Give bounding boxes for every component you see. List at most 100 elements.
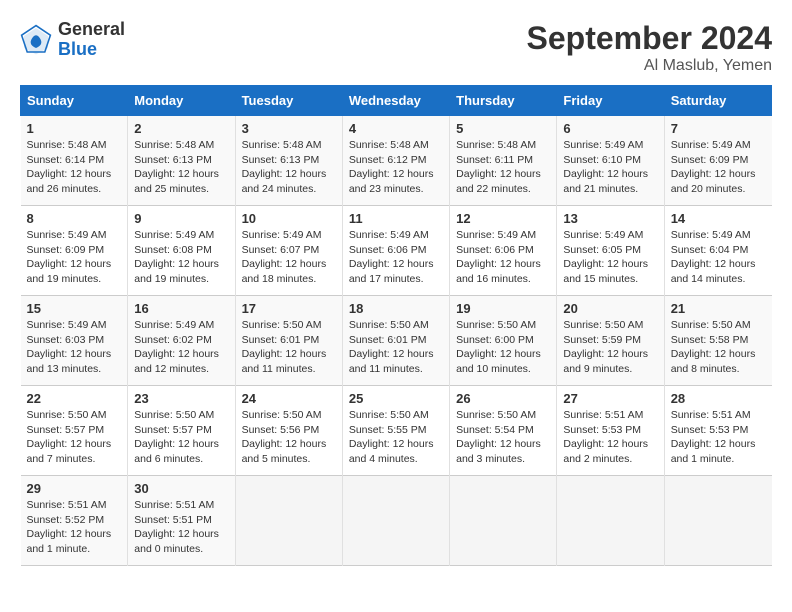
calendar-cell: 28 Sunrise: 5:51 AMSunset: 5:53 PMDaylig…: [664, 386, 771, 476]
weekday-header: Sunday: [21, 86, 128, 116]
weekday-header: Friday: [557, 86, 664, 116]
logo-text: General Blue: [58, 20, 125, 60]
calendar-cell: [342, 476, 449, 566]
weekday-header: Saturday: [664, 86, 771, 116]
calendar-cell: 27 Sunrise: 5:51 AMSunset: 5:53 PMDaylig…: [557, 386, 664, 476]
day-number: 6: [563, 121, 657, 136]
calendar-cell: 16 Sunrise: 5:49 AMSunset: 6:02 PMDaylig…: [128, 296, 235, 386]
calendar-cell: 19 Sunrise: 5:50 AMSunset: 6:00 PMDaylig…: [450, 296, 557, 386]
calendar-cell: [235, 476, 342, 566]
logo-icon: [20, 24, 52, 56]
day-info: Sunrise: 5:48 AMSunset: 6:13 PMDaylight:…: [134, 139, 219, 195]
calendar-cell: 22 Sunrise: 5:50 AMSunset: 5:57 PMDaylig…: [21, 386, 128, 476]
calendar-cell: 14 Sunrise: 5:49 AMSunset: 6:04 PMDaylig…: [664, 206, 771, 296]
calendar-cell: 8 Sunrise: 5:49 AMSunset: 6:09 PMDayligh…: [21, 206, 128, 296]
day-info: Sunrise: 5:49 AMSunset: 6:10 PMDaylight:…: [563, 139, 648, 195]
calendar-cell: 29 Sunrise: 5:51 AMSunset: 5:52 PMDaylig…: [21, 476, 128, 566]
weekday-header: Thursday: [450, 86, 557, 116]
day-number: 27: [563, 391, 657, 406]
day-number: 11: [349, 211, 443, 226]
calendar-cell: 6 Sunrise: 5:49 AMSunset: 6:10 PMDayligh…: [557, 116, 664, 206]
calendar-cell: 12 Sunrise: 5:49 AMSunset: 6:06 PMDaylig…: [450, 206, 557, 296]
day-info: Sunrise: 5:49 AMSunset: 6:03 PMDaylight:…: [27, 319, 112, 375]
calendar-cell: 15 Sunrise: 5:49 AMSunset: 6:03 PMDaylig…: [21, 296, 128, 386]
day-info: Sunrise: 5:51 AMSunset: 5:51 PMDaylight:…: [134, 499, 219, 555]
calendar-cell: [557, 476, 664, 566]
weekday-header-row: SundayMondayTuesdayWednesdayThursdayFrid…: [21, 86, 772, 116]
day-number: 16: [134, 301, 228, 316]
day-number: 26: [456, 391, 550, 406]
day-info: Sunrise: 5:48 AMSunset: 6:14 PMDaylight:…: [27, 139, 112, 195]
calendar-cell: 25 Sunrise: 5:50 AMSunset: 5:55 PMDaylig…: [342, 386, 449, 476]
day-number: 30: [134, 481, 228, 496]
calendar-row: 29 Sunrise: 5:51 AMSunset: 5:52 PMDaylig…: [21, 476, 772, 566]
day-info: Sunrise: 5:50 AMSunset: 5:55 PMDaylight:…: [349, 409, 434, 465]
calendar-cell: 23 Sunrise: 5:50 AMSunset: 5:57 PMDaylig…: [128, 386, 235, 476]
day-number: 13: [563, 211, 657, 226]
calendar-row: 22 Sunrise: 5:50 AMSunset: 5:57 PMDaylig…: [21, 386, 772, 476]
calendar-cell: 5 Sunrise: 5:48 AMSunset: 6:11 PMDayligh…: [450, 116, 557, 206]
calendar-cell: 2 Sunrise: 5:48 AMSunset: 6:13 PMDayligh…: [128, 116, 235, 206]
day-number: 22: [27, 391, 122, 406]
calendar-cell: 17 Sunrise: 5:50 AMSunset: 6:01 PMDaylig…: [235, 296, 342, 386]
calendar-cell: 10 Sunrise: 5:49 AMSunset: 6:07 PMDaylig…: [235, 206, 342, 296]
day-number: 2: [134, 121, 228, 136]
calendar-row: 15 Sunrise: 5:49 AMSunset: 6:03 PMDaylig…: [21, 296, 772, 386]
calendar-cell: 21 Sunrise: 5:50 AMSunset: 5:58 PMDaylig…: [664, 296, 771, 386]
day-info: Sunrise: 5:48 AMSunset: 6:13 PMDaylight:…: [242, 139, 327, 195]
day-info: Sunrise: 5:50 AMSunset: 5:57 PMDaylight:…: [134, 409, 219, 465]
day-info: Sunrise: 5:49 AMSunset: 6:09 PMDaylight:…: [27, 229, 112, 285]
calendar-cell: 30 Sunrise: 5:51 AMSunset: 5:51 PMDaylig…: [128, 476, 235, 566]
calendar-cell: 24 Sunrise: 5:50 AMSunset: 5:56 PMDaylig…: [235, 386, 342, 476]
day-info: Sunrise: 5:49 AMSunset: 6:05 PMDaylight:…: [563, 229, 648, 285]
day-number: 17: [242, 301, 336, 316]
calendar-cell: 20 Sunrise: 5:50 AMSunset: 5:59 PMDaylig…: [557, 296, 664, 386]
day-number: 12: [456, 211, 550, 226]
day-info: Sunrise: 5:50 AMSunset: 5:58 PMDaylight:…: [671, 319, 756, 375]
day-number: 28: [671, 391, 766, 406]
logo: General Blue: [20, 20, 125, 60]
day-number: 19: [456, 301, 550, 316]
calendar-cell: 9 Sunrise: 5:49 AMSunset: 6:08 PMDayligh…: [128, 206, 235, 296]
day-number: 5: [456, 121, 550, 136]
calendar-cell: [450, 476, 557, 566]
day-number: 7: [671, 121, 766, 136]
weekday-header: Wednesday: [342, 86, 449, 116]
day-number: 14: [671, 211, 766, 226]
day-number: 3: [242, 121, 336, 136]
calendar-cell: 3 Sunrise: 5:48 AMSunset: 6:13 PMDayligh…: [235, 116, 342, 206]
weekday-header: Monday: [128, 86, 235, 116]
day-number: 24: [242, 391, 336, 406]
day-number: 15: [27, 301, 122, 316]
day-number: 23: [134, 391, 228, 406]
day-info: Sunrise: 5:49 AMSunset: 6:09 PMDaylight:…: [671, 139, 756, 195]
weekday-header: Tuesday: [235, 86, 342, 116]
calendar-cell: 11 Sunrise: 5:49 AMSunset: 6:06 PMDaylig…: [342, 206, 449, 296]
day-number: 1: [27, 121, 122, 136]
location-title: Al Maslub, Yemen: [527, 57, 772, 75]
month-title: September 2024: [527, 20, 772, 57]
day-info: Sunrise: 5:48 AMSunset: 6:12 PMDaylight:…: [349, 139, 434, 195]
calendar-cell: 7 Sunrise: 5:49 AMSunset: 6:09 PMDayligh…: [664, 116, 771, 206]
calendar-cell: 1 Sunrise: 5:48 AMSunset: 6:14 PMDayligh…: [21, 116, 128, 206]
day-info: Sunrise: 5:49 AMSunset: 6:07 PMDaylight:…: [242, 229, 327, 285]
day-info: Sunrise: 5:50 AMSunset: 5:54 PMDaylight:…: [456, 409, 541, 465]
calendar-cell: 4 Sunrise: 5:48 AMSunset: 6:12 PMDayligh…: [342, 116, 449, 206]
day-info: Sunrise: 5:50 AMSunset: 5:57 PMDaylight:…: [27, 409, 112, 465]
calendar-cell: 13 Sunrise: 5:49 AMSunset: 6:05 PMDaylig…: [557, 206, 664, 296]
calendar-cell: 18 Sunrise: 5:50 AMSunset: 6:01 PMDaylig…: [342, 296, 449, 386]
day-info: Sunrise: 5:49 AMSunset: 6:02 PMDaylight:…: [134, 319, 219, 375]
page-header: General Blue September 2024 Al Maslub, Y…: [20, 20, 772, 75]
day-info: Sunrise: 5:50 AMSunset: 6:01 PMDaylight:…: [349, 319, 434, 375]
day-number: 4: [349, 121, 443, 136]
day-info: Sunrise: 5:48 AMSunset: 6:11 PMDaylight:…: [456, 139, 541, 195]
day-info: Sunrise: 5:51 AMSunset: 5:53 PMDaylight:…: [671, 409, 756, 465]
day-number: 10: [242, 211, 336, 226]
title-area: September 2024 Al Maslub, Yemen: [527, 20, 772, 75]
calendar-row: 1 Sunrise: 5:48 AMSunset: 6:14 PMDayligh…: [21, 116, 772, 206]
day-info: Sunrise: 5:50 AMSunset: 5:56 PMDaylight:…: [242, 409, 327, 465]
calendar-row: 8 Sunrise: 5:49 AMSunset: 6:09 PMDayligh…: [21, 206, 772, 296]
calendar-table: SundayMondayTuesdayWednesdayThursdayFrid…: [20, 85, 772, 566]
day-number: 29: [27, 481, 122, 496]
day-info: Sunrise: 5:50 AMSunset: 5:59 PMDaylight:…: [563, 319, 648, 375]
